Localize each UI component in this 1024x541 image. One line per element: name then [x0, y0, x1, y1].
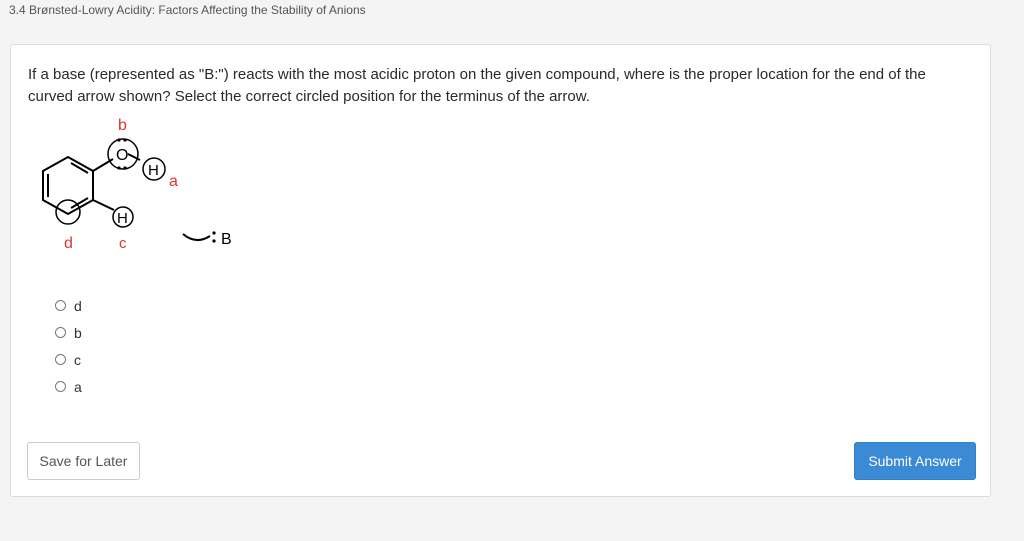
option-label: c	[74, 351, 81, 368]
radio-button[interactable]	[55, 381, 66, 392]
option-c[interactable]: c	[55, 346, 82, 373]
page-title: 3.4 Brønsted-Lowry Acidity: Factors Affe…	[9, 3, 366, 17]
hydroxyl-hydrogen: H	[148, 162, 159, 179]
base-atom: B	[221, 231, 232, 248]
base-lone-pair-dot	[212, 231, 216, 235]
radio-button[interactable]	[55, 327, 66, 338]
base-lone-pair-dot	[212, 239, 216, 243]
oxygen-atom: O	[116, 147, 128, 164]
save-for-later-button[interactable]: Save for Later	[27, 442, 140, 480]
question-card: If a base (represented as "B:") reacts w…	[10, 44, 991, 497]
ch-bond	[92, 199, 115, 211]
answer-options: d b c a	[55, 292, 82, 400]
ring-hydrogen: H	[117, 210, 128, 227]
label-c: c	[119, 235, 127, 252]
circle-d[interactable]	[55, 199, 81, 225]
option-label: b	[74, 324, 82, 341]
label-a: a	[169, 173, 178, 190]
option-b[interactable]: b	[55, 319, 82, 346]
option-d[interactable]: d	[55, 292, 82, 319]
option-label: d	[74, 297, 82, 314]
radio-button[interactable]	[55, 300, 66, 311]
question-text: If a base (represented as "B:") reacts w…	[28, 66, 926, 105]
option-label: a	[74, 378, 82, 395]
curved-arrow	[182, 233, 211, 241]
radio-button[interactable]	[55, 354, 66, 365]
option-a[interactable]: a	[55, 373, 82, 400]
label-b: b	[118, 117, 127, 134]
label-d: d	[64, 235, 73, 252]
submit-answer-button[interactable]: Submit Answer	[854, 442, 976, 480]
molecule-figure: d O b H a H c B	[42, 117, 232, 252]
